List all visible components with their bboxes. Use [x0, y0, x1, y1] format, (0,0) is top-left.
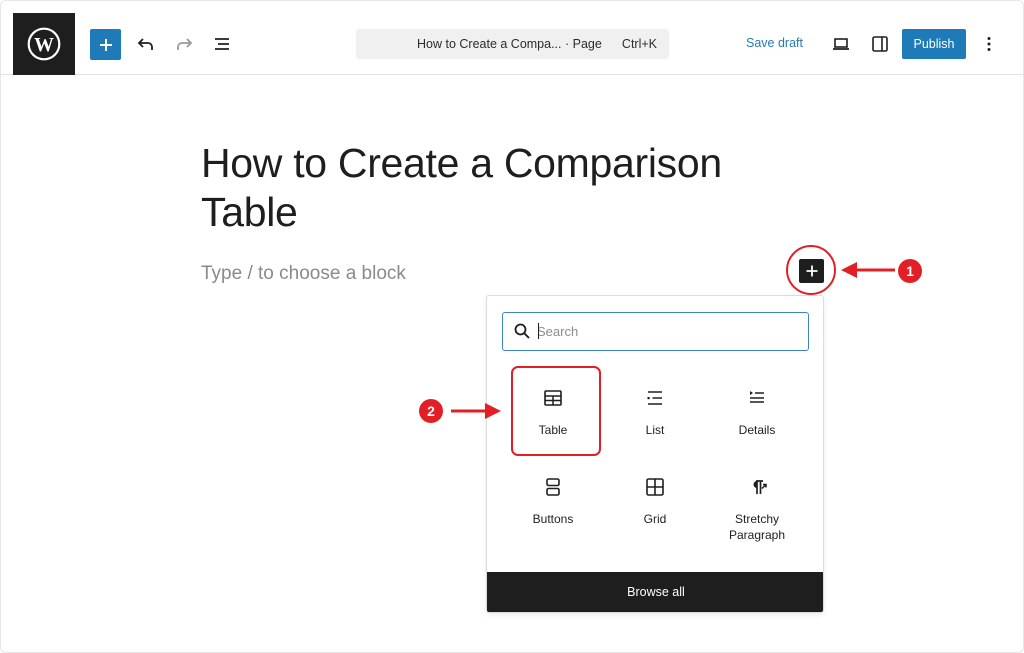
stretchy-paragraph-icon: [753, 480, 767, 494]
block-label: Stretchy Paragraph: [728, 512, 786, 542]
block-label: Details: [738, 423, 776, 437]
editor-window: W How to Create a Compa... · Page Ctrl+K…: [0, 0, 1024, 653]
details-icon: [750, 391, 764, 403]
block-search[interactable]: [502, 312, 809, 351]
buttons-icon: [546, 478, 560, 496]
more-vertical-icon: [987, 37, 991, 51]
settings-sidebar-button[interactable]: [868, 32, 892, 56]
plus-icon: [99, 38, 112, 51]
block-item-list[interactable]: List: [605, 386, 705, 472]
desktop-preview-icon: [833, 38, 849, 50]
wordpress-logo-button[interactable]: W: [13, 13, 75, 75]
search-icon: [514, 323, 530, 339]
browse-all-button[interactable]: Browse all: [487, 572, 823, 612]
undo-button[interactable]: [133, 31, 159, 57]
grid-icon: [646, 478, 664, 496]
editor-toolbar: W How to Create a Compa... · Page Ctrl+K…: [1, 1, 1023, 75]
list-icon: [647, 391, 662, 405]
undo-icon: [137, 38, 153, 50]
save-draft-button[interactable]: Save draft: [746, 36, 803, 50]
svg-text:W: W: [34, 34, 54, 56]
sidebar-settings-icon: [872, 36, 888, 52]
options-button[interactable]: [979, 32, 999, 56]
block-label: Buttons: [532, 512, 574, 526]
block-item-grid[interactable]: Grid: [605, 475, 705, 561]
block-label: Grid: [643, 512, 667, 526]
command-palette-bar[interactable]: How to Create a Compa... · Page Ctrl+K: [356, 29, 669, 59]
block-item-buttons[interactable]: Buttons: [503, 475, 603, 561]
block-label: List: [645, 423, 665, 437]
search-input[interactable]: [537, 321, 797, 341]
annotation-arrow-2: [451, 403, 501, 419]
block-item-details[interactable]: Details: [707, 386, 807, 472]
preview-button[interactable]: [829, 32, 853, 56]
block-item-stretchy-paragraph[interactable]: Stretchy Paragraph: [707, 475, 807, 561]
step-badge-2: 2: [419, 399, 443, 423]
highlight-circle: [786, 245, 836, 295]
keyboard-shortcut: Ctrl+K: [621, 37, 657, 51]
annotation-arrow-1: [841, 262, 895, 278]
document-overview-button[interactable]: [209, 31, 235, 57]
step-badge-1: 1: [898, 259, 922, 283]
highlight-box: [511, 366, 601, 456]
redo-button[interactable]: [171, 31, 197, 57]
post-title[interactable]: How to Create a Comparison Table: [201, 139, 821, 237]
publish-button[interactable]: Publish: [902, 29, 966, 59]
document-title: How to Create a Compa... · Page: [417, 37, 602, 51]
redo-icon: [177, 38, 193, 50]
block-placeholder[interactable]: Type / to choose a block: [201, 263, 406, 285]
toggle-block-inserter-button[interactable]: [90, 29, 121, 60]
text-caret: [538, 323, 539, 339]
wordpress-logo-icon: W: [27, 27, 61, 61]
document-overview-icon: [215, 38, 229, 50]
